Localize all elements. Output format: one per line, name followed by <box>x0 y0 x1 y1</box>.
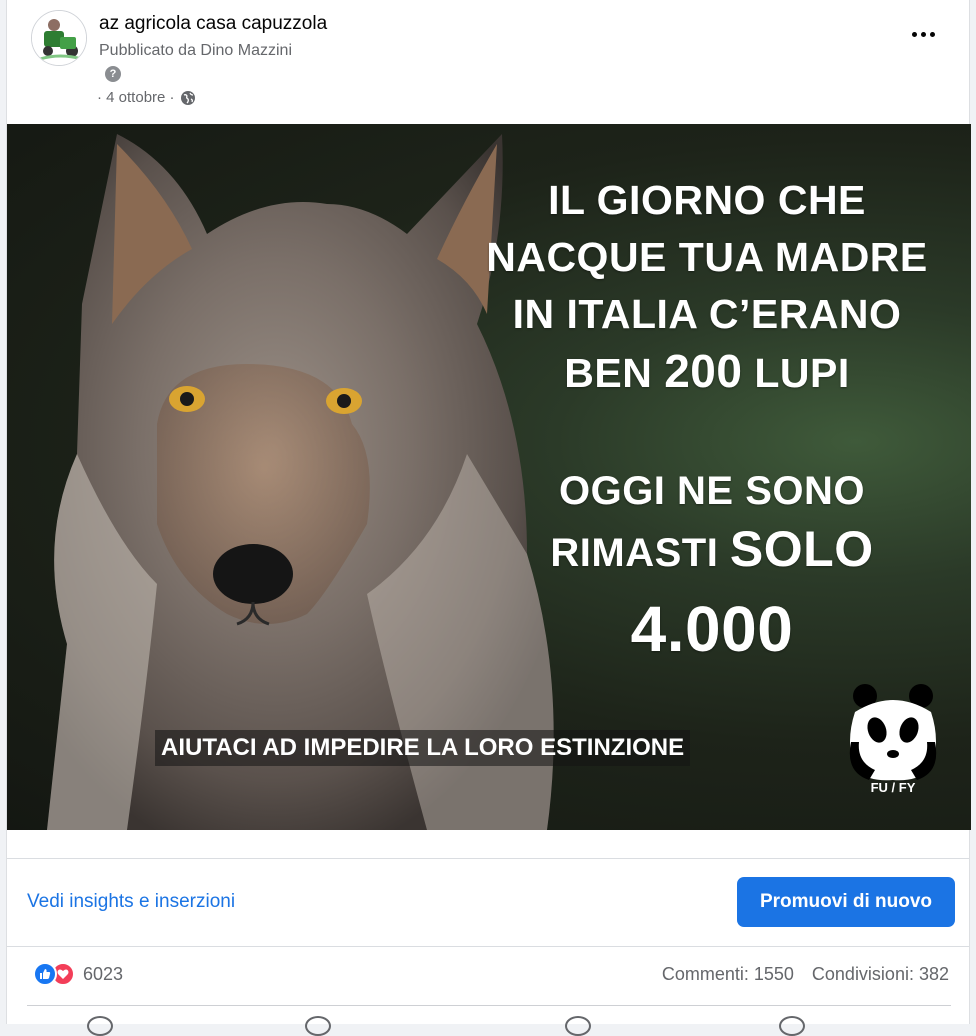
headline-line-3: IN ITALIA C’ERANO <box>512 291 902 337</box>
like-icon <box>33 962 57 986</box>
headline-line-4: BEN 200 LUPI <box>564 345 850 397</box>
post-header: az agricola casa capuzzola Pubblicato da… <box>7 0 969 124</box>
image-caption: AIUTACI AD IMPEDIRE LA LORO ESTINZIONE <box>155 730 691 766</box>
headline-line-2: NACQUE TUA MADRE <box>486 234 928 280</box>
page-name[interactable]: az agricola casa capuzzola <box>99 13 327 35</box>
published-by: Pubblicato da Dino Mazzini <box>99 42 292 60</box>
shares-count[interactable]: Condivisioni: 382 <box>812 964 949 985</box>
subheadline-text: OGGI NE SONO RIMASTI SOLO <box>477 462 947 582</box>
insights-link[interactable]: Vedi insights e inserzioni <box>27 891 235 913</box>
headline-line-1: IL GIORNO CHE <box>548 177 866 223</box>
logo-text: FU / FY <box>870 780 916 795</box>
help-icon[interactable]: ? <box>105 66 121 82</box>
share-action-icon[interactable] <box>565 1016 591 1036</box>
divider <box>27 1005 951 1006</box>
facebook-post: az agricola casa capuzzola Pubblicato da… <box>6 0 971 1036</box>
author-link[interactable]: Dino Mazzini <box>200 42 292 59</box>
wolf-count-text: 4.000 <box>630 593 794 665</box>
headline-text: IL GIORNO CHE NACQUE TUA MADRE IN ITALIA… <box>447 172 967 402</box>
published-prefix: Pubblicato da <box>99 42 196 59</box>
divider <box>7 946 969 947</box>
subheadline-line-1: OGGI NE SONO <box>558 469 866 513</box>
post-image[interactable]: IL GIORNO CHE NACQUE TUA MADRE IN ITALIA… <box>7 124 971 830</box>
post-stats: Commenti: 1550 Condivisioni: 382 <box>662 964 949 985</box>
post-meta: · 4 ottobre · <box>97 89 196 106</box>
divider <box>7 858 969 859</box>
reactions-summary[interactable]: 6023 <box>33 962 123 986</box>
more-options-icon[interactable] <box>905 20 941 48</box>
page-avatar[interactable] <box>31 10 87 66</box>
post-date[interactable]: · 4 ottobre · <box>97 89 175 106</box>
subheadline-line-2: RIMASTI SOLO <box>550 521 874 577</box>
promote-button[interactable]: Promuovi di nuovo <box>737 877 955 927</box>
avatar-logo-icon <box>32 11 86 65</box>
reaction-count: 6023 <box>83 963 124 984</box>
like-action-icon[interactable] <box>87 1016 113 1036</box>
globe-icon[interactable] <box>180 90 196 106</box>
comments-count[interactable]: Commenti: 1550 <box>662 964 794 985</box>
comment-action-icon[interactable] <box>305 1016 331 1036</box>
send-action-icon[interactable] <box>779 1016 805 1036</box>
